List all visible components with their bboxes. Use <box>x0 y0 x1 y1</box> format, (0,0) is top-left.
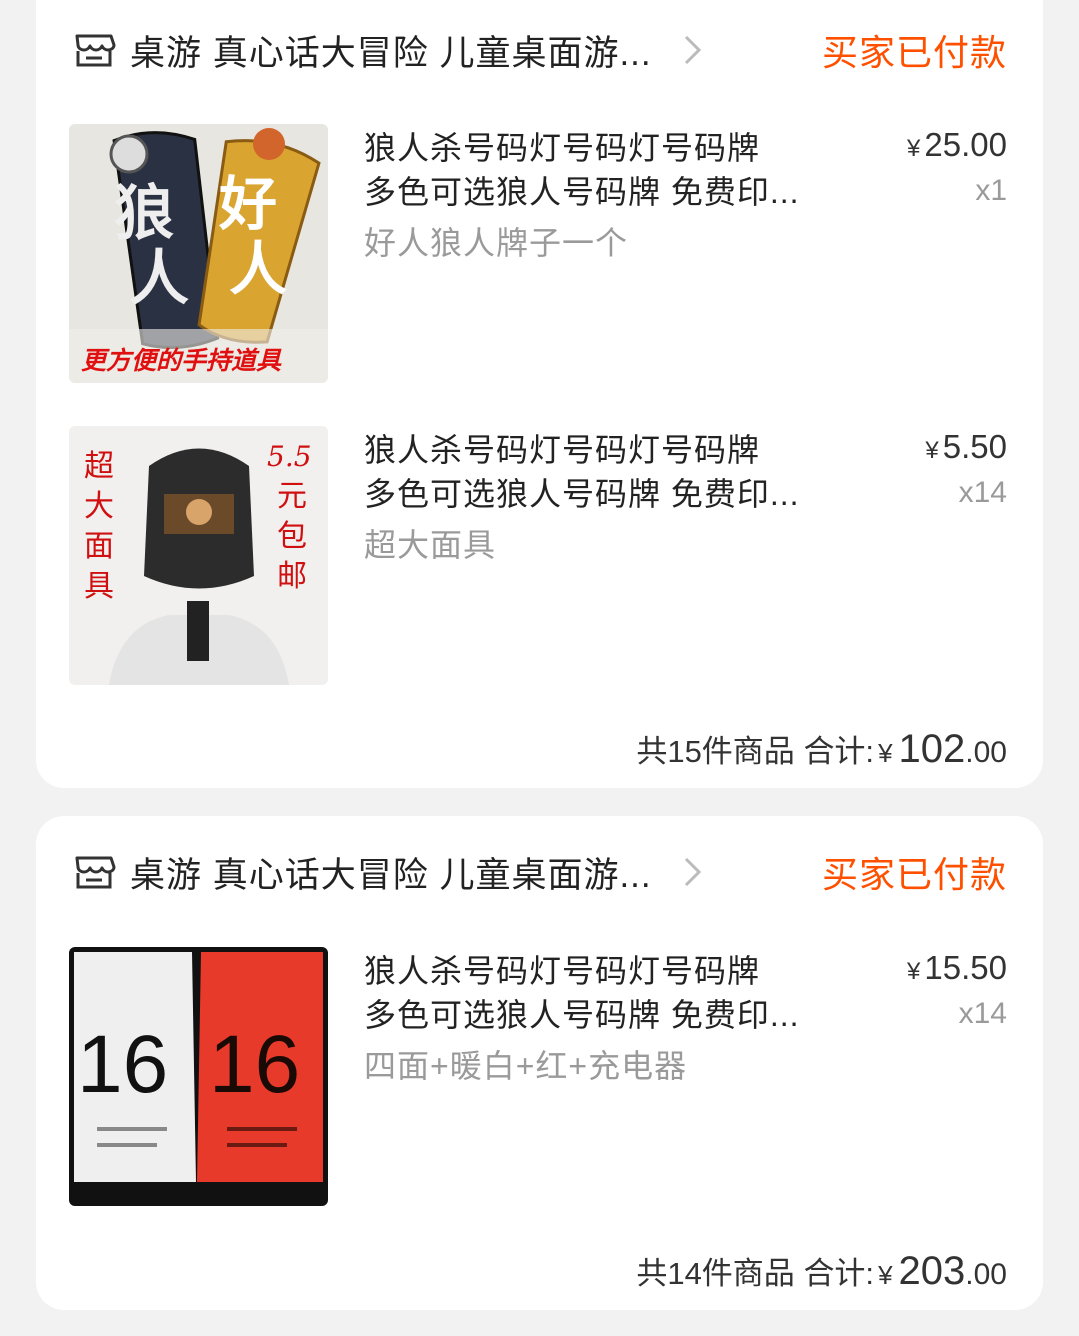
total-amount-int: 102 <box>898 727 966 771</box>
image-number: 16 <box>77 1019 168 1110</box>
image-text: 面 <box>84 529 114 564</box>
product-spec: 四面+暖白+红+充电器 <box>364 1048 688 1084</box>
product-title-line: 狼人杀号码灯号码灯号码牌 <box>364 432 761 468</box>
product-quantity: x14 <box>958 476 1007 509</box>
product-spec: 好人狼人牌子一个 <box>364 225 629 261</box>
price-value: 15.50 <box>924 949 1007 986</box>
image-text: 大 <box>84 489 114 524</box>
product-title-line: 多色可选狼人号码牌 免费印... <box>364 997 800 1033</box>
price-value: 5.50 <box>942 428 1007 465</box>
image-caption: 更方便的手持道具 <box>81 346 282 375</box>
total-label: 合计: <box>803 734 875 769</box>
product-title-line: 狼人杀号码灯号码灯号码牌 <box>364 130 761 166</box>
product-price: ¥25.00 <box>907 126 1007 164</box>
store-name[interactable]: 桌游 真心话大冒险 儿童桌面游... <box>130 847 652 898</box>
image-text: 具 <box>84 569 114 604</box>
product-title[interactable]: 狼人杀号码灯号码灯号码牌 多色可选狼人号码牌 免费印... <box>364 428 834 516</box>
order-card[interactable]: 桌游 真心话大冒险 儿童桌面游... 买家已付款 狼 人 好 人 更方便的手持道… <box>36 0 1043 788</box>
currency-symbol: ¥ <box>878 738 893 768</box>
currency-symbol: ¥ <box>925 437 939 464</box>
total-amount-dec: .00 <box>965 1258 1007 1291</box>
image-text: 元 <box>277 479 307 514</box>
item-count: 共14件商品 <box>636 1256 795 1291</box>
product-quantity: x14 <box>958 997 1007 1030</box>
product-title-line: 狼人杀号码灯号码灯号码牌 <box>364 953 761 989</box>
price-value: 25.00 <box>924 126 1007 163</box>
image-text: 超 <box>84 449 114 484</box>
image-number: 16 <box>209 1019 300 1110</box>
product-spec: 超大面具 <box>364 527 497 563</box>
image-text: 狼 <box>114 179 174 249</box>
product-image[interactable]: 狼 人 好 人 更方便的手持道具 <box>69 124 328 383</box>
store-icon <box>75 856 116 889</box>
currency-symbol: ¥ <box>907 958 921 985</box>
order-item[interactable]: 狼 人 好 人 更方便的手持道具 狼人杀号码灯号码灯号码牌 多色可选狼人号码牌 … <box>69 124 1007 384</box>
order-status: 买家已付款 <box>821 854 1007 895</box>
order-item[interactable]: 超 大 面 具 5.5 元 包 邮 狼人杀号码灯号码灯号码牌 多色可选狼人号码牌… <box>69 426 1007 686</box>
image-text: 邮 <box>277 559 307 594</box>
item-count: 共15件商品 <box>636 734 795 769</box>
order-item[interactable]: 16 16 狼人杀号码灯号码灯号码牌 多色可选狼人号码牌 免费印... 四面+暖… <box>69 947 1007 1207</box>
product-title[interactable]: 狼人杀号码灯号码灯号码牌 多色可选狼人号码牌 免费印... <box>364 126 834 214</box>
product-image[interactable]: 超 大 面 具 5.5 元 包 邮 <box>69 426 328 685</box>
image-text: 5.5 <box>267 440 312 473</box>
image-text: 人 <box>129 244 189 314</box>
chevron-right-icon[interactable] <box>682 33 704 67</box>
currency-symbol: ¥ <box>907 135 921 162</box>
order-header[interactable]: 桌游 真心话大冒险 儿童桌面游... 买家已付款 <box>72 20 1007 80</box>
order-status: 买家已付款 <box>821 32 1007 73</box>
image-text: 人 <box>229 235 287 303</box>
currency-symbol: ¥ <box>878 1260 893 1290</box>
store-icon <box>75 34 116 67</box>
product-title-line: 多色可选狼人号码牌 免费印... <box>364 476 800 512</box>
image-text: 包 <box>277 519 307 554</box>
chevron-right-icon[interactable] <box>682 855 704 889</box>
product-title[interactable]: 狼人杀号码灯号码灯号码牌 多色可选狼人号码牌 免费印... <box>364 949 834 1037</box>
product-quantity: x1 <box>975 174 1007 207</box>
store-name[interactable]: 桌游 真心话大冒险 儿童桌面游... <box>130 25 652 76</box>
total-amount-int: 203 <box>898 1249 966 1293</box>
product-price: ¥15.50 <box>907 949 1007 987</box>
order-header[interactable]: 桌游 真心话大冒险 儿童桌面游... 买家已付款 <box>72 842 1007 902</box>
product-title-line: 多色可选狼人号码牌 免费印... <box>364 174 800 210</box>
order-total: 共14件商品 合计: ¥203.00 <box>636 1248 1007 1294</box>
product-image[interactable]: 16 16 <box>69 947 328 1206</box>
product-price: ¥5.50 <box>925 428 1007 466</box>
order-total: 共15件商品 合计: ¥102.00 <box>636 726 1007 772</box>
order-card[interactable]: 桌游 真心话大冒险 儿童桌面游... 买家已付款 16 16 狼人杀号码灯号码灯… <box>36 816 1043 1310</box>
image-text: 好 <box>218 170 277 238</box>
total-amount-dec: .00 <box>965 736 1007 769</box>
total-label: 合计: <box>803 1256 875 1291</box>
